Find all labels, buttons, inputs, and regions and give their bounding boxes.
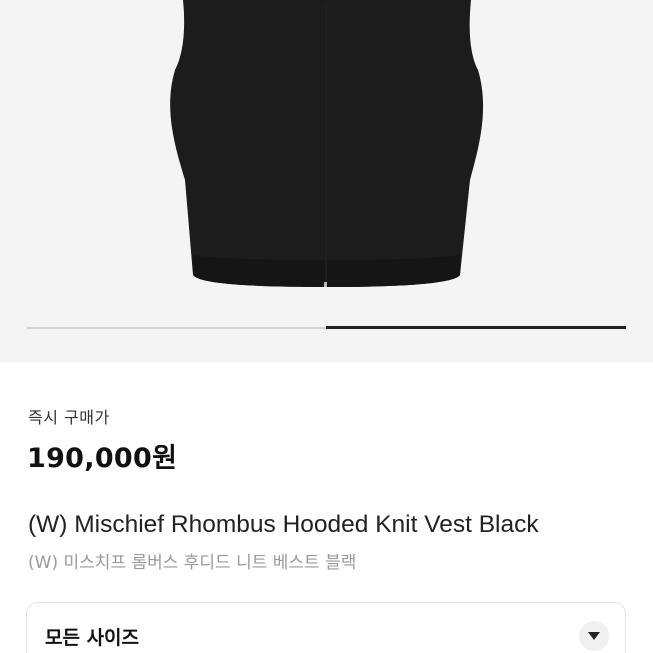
size-select-label: 모든 사이즈 bbox=[45, 627, 140, 649]
chevron-down-icon bbox=[588, 632, 600, 640]
gallery-indicator-thumb bbox=[326, 326, 626, 329]
price-label: 즉시 구매가 bbox=[28, 408, 110, 427]
product-image bbox=[170, 0, 484, 287]
size-dropdown-button[interactable] bbox=[579, 621, 609, 651]
product-title-en: (W) Mischief Rhombus Hooded Knit Vest Bl… bbox=[28, 511, 539, 538]
size-select[interactable]: 모든 사이즈 bbox=[26, 602, 626, 653]
product-title-ko: (W) 미스치프 롬버스 후디드 니트 베스트 블랙 bbox=[28, 553, 357, 573]
price-value: 190,000원 bbox=[27, 443, 178, 474]
product-page: 즉시 구매가 190,000원 (W) Mischief Rhombus Hoo… bbox=[0, 0, 653, 653]
product-image-area[interactable] bbox=[0, 0, 653, 362]
